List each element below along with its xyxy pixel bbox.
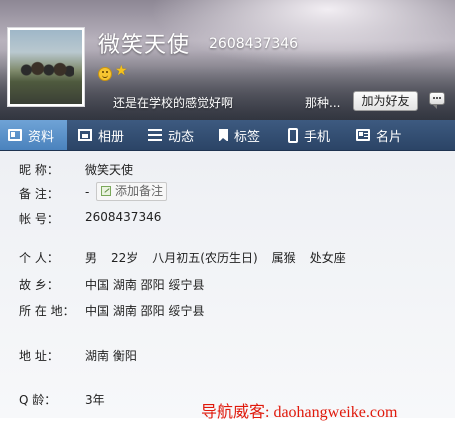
tab-phone[interactable]: 手机 [288,120,330,150]
profile-details: 昵 称： 微笑天使 备 注： - 添加备注 帐 号： 2608437346 个 … [0,151,455,418]
birthday-value: 八月初五(农历生日) [152,251,258,265]
add-remark-button[interactable]: 添加备注 [96,182,167,201]
tab-label: 动态 [168,129,195,145]
hometown-value: 中国 湖南 邵阳 绥宁县 [85,278,205,292]
tab-feed[interactable]: 动态 [148,120,194,150]
tab-bar: 资料 相册 动态 标签 手机 名片 [0,120,455,151]
profile-icon [8,129,22,141]
tab-profile[interactable]: 资料 [0,120,67,150]
remark-value: - [85,185,90,199]
account-value: 2608437346 [85,210,162,224]
tab-label: 手机 [304,129,331,145]
hometown-label: 故 乡： [19,278,59,292]
add-friend-button[interactable]: 加为好友 [353,91,418,111]
avatar[interactable] [7,27,85,107]
bookmark-icon [219,129,228,142]
album-icon [78,129,92,141]
tab-album[interactable]: 相册 [78,120,124,150]
address-value: 湖南 衡阳 [85,349,137,363]
personal-value: 男 22岁 八月初五(农历生日) 属猴 处女座 [85,249,346,266]
location-value: 中国 湖南 邵阳 绥宁县 [85,304,205,318]
zodiac-value: 属猴 [271,251,296,265]
avatar-photo [10,30,82,104]
qage-label: Q 龄： [19,393,57,407]
nickname-value: 微笑天使 [85,163,134,177]
edit-icon [101,186,111,196]
signature-text: 还是在学校的感觉好啊 [113,96,234,110]
tab-label: 名片 [376,129,403,145]
age-value: 22岁 [111,251,139,265]
chat-icon[interactable] [429,92,445,109]
star-icon: ★ [115,63,128,79]
profile-header: 微笑天使 2608437346 ★ 还是在学校的感觉好啊 那种... 加为好友 [0,0,455,120]
signature-more-link[interactable]: 那种... [305,94,340,111]
phone-icon [288,127,298,143]
tab-tags[interactable]: 标签 [219,120,260,150]
add-remark-label: 添加备注 [115,184,164,198]
tab-card[interactable]: 名片 [356,120,402,150]
qage-value: 3年 [85,393,105,407]
card-icon [356,129,370,141]
gender-value: 男 [85,251,98,265]
tab-label: 标签 [234,129,261,145]
feed-icon [148,129,162,141]
account-label: 帐 号： [19,212,59,226]
star-sign-value: 处女座 [309,251,346,265]
header-nickname: 微笑天使 [98,33,191,58]
location-label: 所 在 地： [19,304,75,318]
smile-icon [98,67,112,81]
remark-label: 备 注： [19,187,59,201]
nickname-label: 昵 称： [19,163,59,177]
address-label: 地 址： [19,349,59,363]
personal-label: 个 人： [19,251,59,265]
tab-label: 资料 [28,129,55,145]
tab-label: 相册 [98,129,125,145]
header-qq-number: 2608437346 [209,36,299,52]
watermark: 导航威客: daohangweike.com [201,404,398,421]
